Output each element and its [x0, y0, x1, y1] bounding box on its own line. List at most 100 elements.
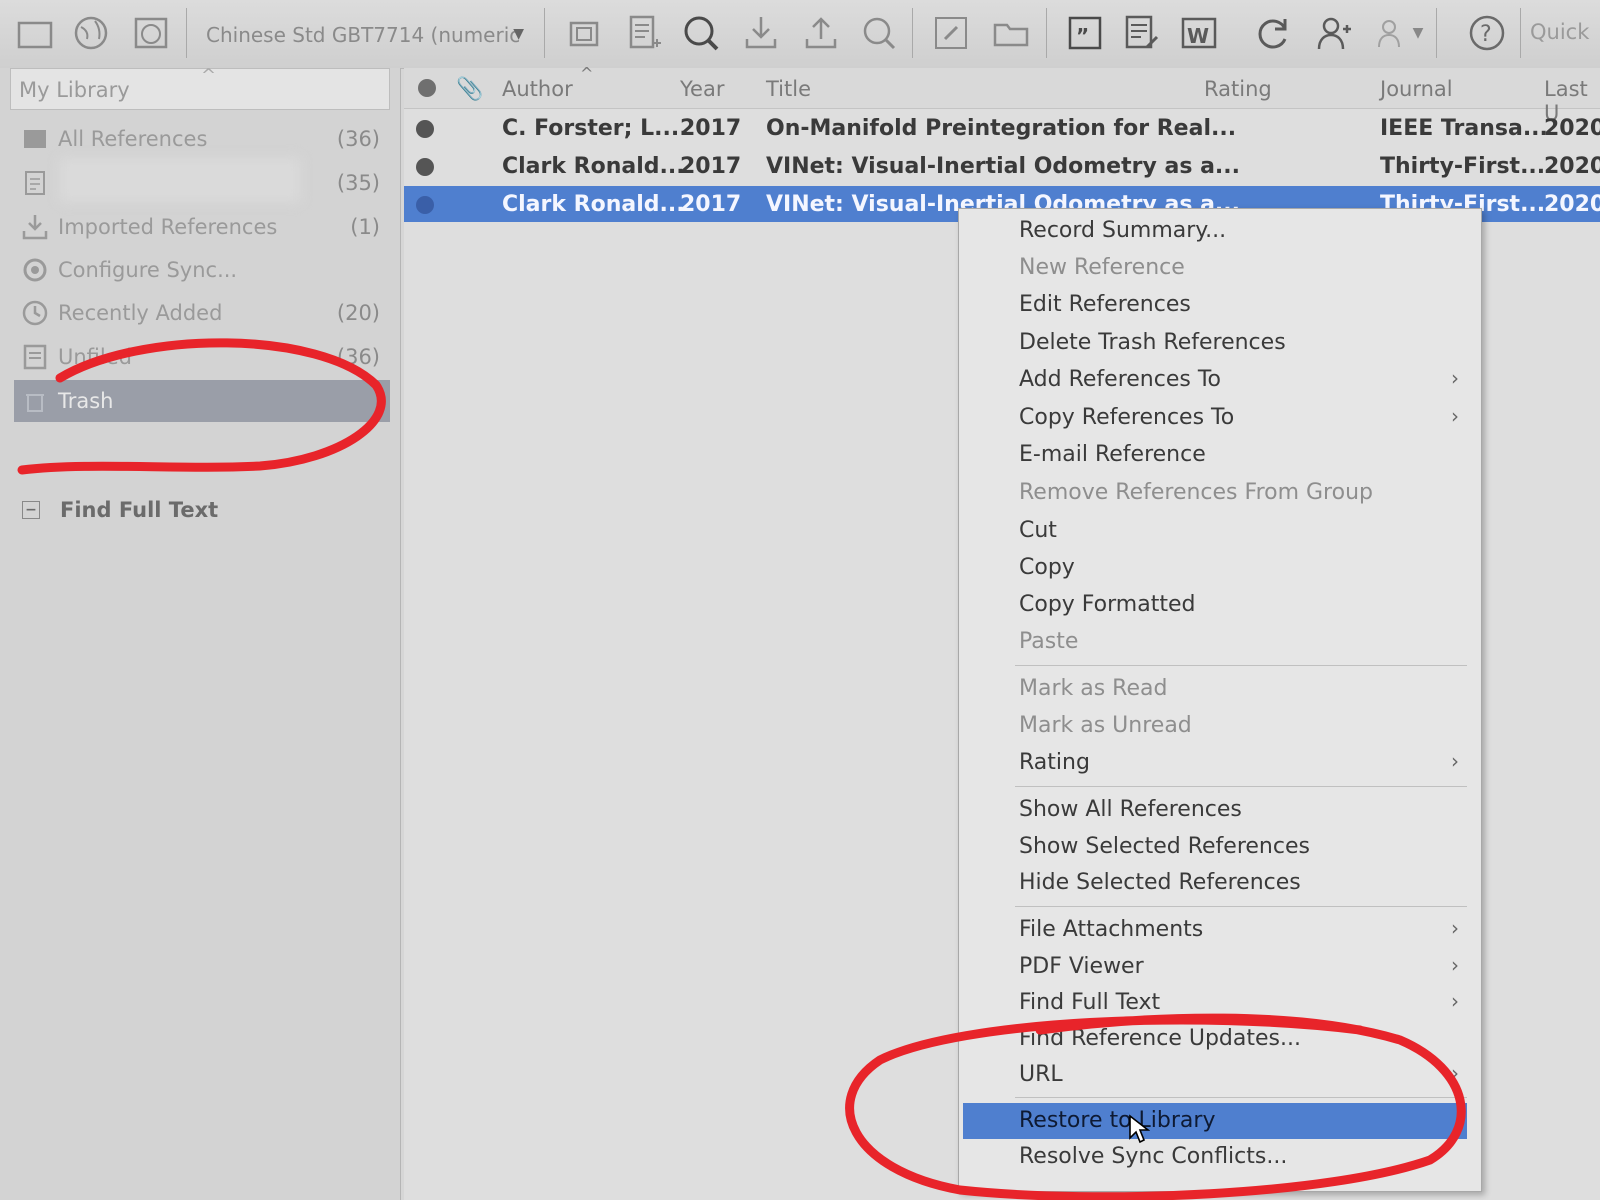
sync-icon [20, 255, 50, 285]
menu-item-remove-references-from-group[interactable]: Remove References From Group [959, 475, 1481, 511]
cell-year: 2017 [680, 116, 742, 141]
cell-journal: IEEE Transa... [1380, 116, 1548, 141]
copy-icon[interactable] [562, 10, 608, 56]
menu-item-restore-to-library[interactable]: Restore to Library [963, 1103, 1467, 1139]
cell-author: Clark Ronald... [502, 192, 685, 217]
word-icon[interactable]: W [1176, 10, 1222, 56]
sidebar-item-count: (20) [336, 301, 380, 325]
trash-icon [20, 386, 50, 416]
pdf-document-icon [20, 168, 50, 198]
sidebar-item-label: All References [58, 127, 208, 151]
menu-item-find-full-text[interactable]: Find Full Text › [959, 985, 1481, 1021]
menu-item-url[interactable]: URL › [959, 1057, 1481, 1093]
my-library-header[interactable]: My Library ^ [10, 65, 390, 110]
submenu-arrow-icon: › [1451, 1061, 1459, 1085]
svg-text:”: ” [1076, 24, 1089, 48]
chevron-down-icon[interactable]: ▼ [513, 26, 524, 42]
collapse-caret-icon[interactable]: ^ [201, 65, 216, 86]
collapse-icon[interactable]: − [22, 501, 40, 519]
quick-search-label[interactable]: Quick [1530, 20, 1589, 44]
sidebar-item-configure-sync[interactable]: Configure Sync... [14, 249, 390, 291]
menu-item-new-reference[interactable]: New Reference [959, 250, 1481, 286]
link-icon[interactable] [928, 10, 974, 56]
read-status-dot[interactable] [416, 196, 434, 214]
sidebar-item-label: Trash [58, 389, 114, 413]
menu-item-email-reference[interactable]: E-mail Reference [959, 437, 1481, 473]
export-icon[interactable] [798, 10, 844, 56]
share-library-icon[interactable] [1310, 10, 1356, 56]
sidebar-item-count: (1) [350, 215, 380, 239]
sidebar-item-recently-added[interactable]: Recently Added (20) [14, 292, 390, 334]
menu-item-edit-references[interactable]: Edit References [959, 287, 1481, 323]
svg-text:W: W [1187, 24, 1209, 48]
new-reference-icon[interactable] [620, 10, 666, 56]
globe-icon[interactable] [68, 10, 114, 56]
table-row[interactable]: Clark Ronald... 2017 VINet: Visual-Inert… [404, 148, 1600, 184]
cell-author: C. Forster; L.... [502, 116, 688, 141]
menu-item-copy-formatted[interactable]: Copy Formatted [959, 587, 1481, 623]
insert-citation-icon[interactable]: ” [1062, 10, 1108, 56]
cell-year: 2017 [680, 192, 742, 217]
menu-item-copy[interactable]: Copy [959, 550, 1481, 586]
cell-author: Clark Ronald... [502, 154, 685, 179]
menu-item-delete-trash-references[interactable]: Delete Trash References [959, 325, 1481, 361]
help-icon[interactable]: ? [1464, 10, 1510, 56]
cell-title: On-Manifold Preintegration for Real... [766, 116, 1237, 141]
sidebar-item-label: Imported References [58, 215, 278, 239]
submenu-arrow-icon: › [1451, 404, 1459, 428]
menu-item-paste[interactable]: Paste [959, 624, 1481, 660]
folder-icon[interactable] [12, 10, 58, 56]
column-header-rating[interactable]: Rating [1204, 77, 1272, 101]
read-status-column-icon[interactable] [418, 79, 436, 97]
sidebar-item-count: (36) [336, 345, 380, 369]
attachment-column-icon[interactable]: 📎 [456, 77, 483, 102]
groups-panel: My Library ^ All References (36) (35) Im… [0, 65, 401, 1200]
menu-item-rating[interactable]: Rating › [959, 745, 1481, 781]
import-icon[interactable] [738, 10, 784, 56]
output-style-select[interactable]: Chinese Std GBT7714 (numeric ▼ [194, 14, 534, 56]
cell-journal: Thirty-First... [1380, 154, 1546, 179]
submenu-arrow-icon: › [1451, 916, 1459, 940]
blurred-region [60, 158, 300, 202]
cell-last-updated: 2020 [1544, 154, 1600, 179]
find-fulltext-icon[interactable] [856, 10, 902, 56]
menu-item-resolve-sync-conflicts[interactable]: Resolve Sync Conflicts... [959, 1139, 1481, 1175]
menu-item-file-attachments[interactable]: File Attachments › [959, 912, 1481, 948]
column-header-journal[interactable]: Journal [1380, 77, 1453, 101]
sidebar-item-all-references[interactable]: All References (36) [14, 118, 390, 160]
context-menu: Record Summary... New Reference Edit Ref… [958, 208, 1482, 1192]
column-header-year[interactable]: Year [680, 77, 724, 101]
globe-folder-icon[interactable] [128, 10, 174, 56]
sidebar-item-trash[interactable]: Trash [14, 380, 390, 422]
sidebar-item-unfiled[interactable]: Unfiled (36) [14, 336, 390, 378]
table-row[interactable]: C. Forster; L.... 2017 On-Manifold Prein… [404, 110, 1600, 146]
read-status-dot[interactable] [416, 120, 434, 138]
menu-item-pdf-viewer[interactable]: PDF Viewer › [959, 949, 1481, 985]
svg-text:?: ? [1480, 22, 1492, 47]
menu-item-show-selected-references[interactable]: Show Selected References [959, 829, 1481, 865]
column-header-title[interactable]: Title [766, 77, 811, 101]
menu-item-hide-selected-references[interactable]: Hide Selected References [959, 865, 1481, 901]
all-references-icon [20, 124, 50, 154]
sync-icon[interactable] [1250, 10, 1296, 56]
menu-item-add-references-to[interactable]: Add References To › [959, 362, 1481, 398]
menu-item-mark-as-unread[interactable]: Mark as Unread [959, 708, 1481, 744]
find-full-text-group[interactable]: − Find Full Text [22, 498, 218, 522]
sidebar-item-imported-references[interactable]: Imported References (1) [14, 206, 390, 248]
read-status-dot[interactable] [416, 158, 434, 176]
format-bibliography-icon[interactable] [1118, 10, 1164, 56]
menu-item-mark-as-read[interactable]: Mark as Read [959, 671, 1481, 707]
column-header-author[interactable]: Author [502, 77, 573, 101]
open-folder-icon[interactable] [988, 10, 1034, 56]
clock-icon [20, 298, 50, 328]
chevron-down-icon[interactable]: ▼ [1408, 10, 1428, 56]
menu-item-record-summary[interactable]: Record Summary... [959, 213, 1481, 249]
menu-item-find-reference-updates[interactable]: Find Reference Updates... [959, 1021, 1481, 1057]
menu-item-cut[interactable]: Cut [959, 513, 1481, 549]
menu-item-copy-references-to[interactable]: Copy References To › [959, 400, 1481, 436]
online-search-icon[interactable] [678, 10, 724, 56]
toolbar: Chinese Std GBT7714 (numeric ▼ ” W ▼ ? Q… [0, 0, 1600, 69]
menu-separator [1015, 1097, 1467, 1098]
menu-item-show-all-references[interactable]: Show All References [959, 792, 1481, 828]
sidebar-item-count: (36) [336, 127, 380, 151]
